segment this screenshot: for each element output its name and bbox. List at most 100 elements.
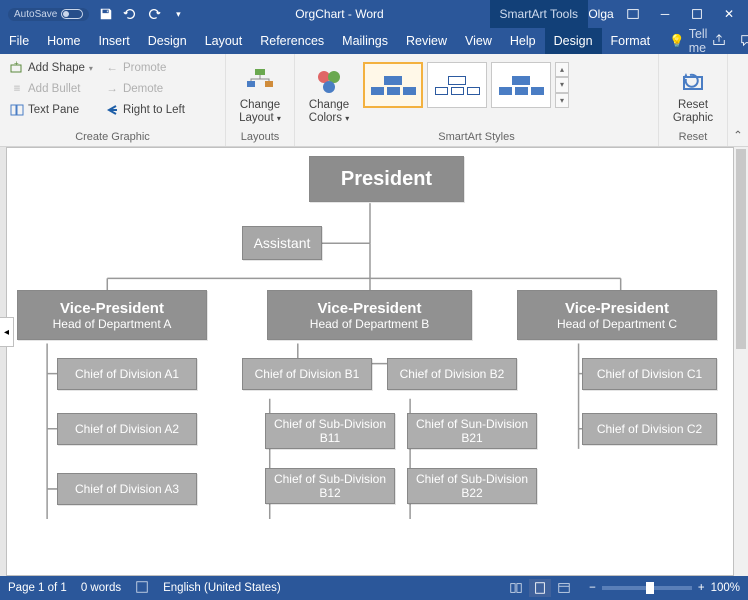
- comments-icon[interactable]: [735, 33, 748, 50]
- undo-icon[interactable]: [119, 3, 141, 25]
- status-language[interactable]: English (United States): [163, 582, 281, 594]
- autosave-toggle[interactable]: AutoSave: [8, 8, 89, 21]
- node-vp-b[interactable]: Vice-PresidentHead of Department B: [267, 290, 472, 340]
- scroll-up-icon[interactable]: ▴: [555, 62, 569, 77]
- zoom-slider[interactable]: [602, 586, 692, 590]
- node-b21[interactable]: Chief of Sun-Division B21: [407, 413, 537, 449]
- tab-smartart-format[interactable]: Format: [602, 28, 660, 54]
- vp-a-sub: Head of Department A: [53, 317, 172, 331]
- tab-layout[interactable]: Layout: [196, 28, 252, 54]
- layout-icon: [245, 67, 275, 97]
- close-icon[interactable]: ✕: [716, 3, 742, 25]
- scroll-down-icon[interactable]: ▾: [555, 77, 569, 92]
- view-web-icon[interactable]: [553, 579, 575, 597]
- status-bar: Page 1 of 1 0 words English (United Stat…: [0, 576, 748, 600]
- reset-graphic-button[interactable]: ResetGraphic: [665, 58, 721, 130]
- proofing-icon[interactable]: [135, 580, 149, 597]
- node-a1[interactable]: Chief of Division A1: [57, 358, 197, 390]
- node-b22[interactable]: Chief of Sub-Division B22: [407, 468, 537, 504]
- zoom-level[interactable]: 100%: [711, 582, 740, 594]
- node-b11[interactable]: Chief of Sub-Division B11: [265, 413, 395, 449]
- tab-references[interactable]: References: [251, 28, 333, 54]
- c1-label: Chief of Division C1: [597, 367, 702, 381]
- redo-icon[interactable]: [143, 3, 165, 25]
- node-b1[interactable]: Chief of Division B1: [242, 358, 372, 390]
- tab-help[interactable]: Help: [501, 28, 545, 54]
- node-vp-a[interactable]: Vice-PresidentHead of Department A: [17, 290, 207, 340]
- node-a3[interactable]: Chief of Division A3: [57, 473, 197, 505]
- add-shape-button[interactable]: +Add Shape ▾: [6, 58, 97, 78]
- tab-review[interactable]: Review: [397, 28, 456, 54]
- zoom-in-button[interactable]: +: [698, 582, 705, 594]
- add-bullet-button: ≡Add Bullet: [6, 79, 97, 99]
- text-pane-label: Text Pane: [28, 104, 79, 116]
- tab-insert[interactable]: Insert: [90, 28, 139, 54]
- a2-label: Chief of Division A2: [75, 422, 179, 436]
- change-layout-button[interactable]: ChangeLayout ▾: [232, 58, 288, 130]
- status-words[interactable]: 0 words: [81, 582, 121, 594]
- maximize-icon[interactable]: [684, 3, 710, 25]
- zoom-knob[interactable]: [646, 582, 654, 594]
- gallery-scroll[interactable]: ▴▾▾: [555, 62, 569, 108]
- page[interactable]: President Assistant Vice-PresidentHead o…: [6, 147, 734, 576]
- tell-me[interactable]: 💡 Tell me: [659, 27, 707, 55]
- ribbon: +Add Shape ▾ ≡Add Bullet Text Pane ←Prom…: [0, 54, 748, 147]
- zoom-control: − + 100%: [589, 582, 740, 594]
- vp-c-title: Vice-President: [565, 300, 669, 317]
- toggle-off-icon: [61, 9, 83, 19]
- view-print-icon[interactable]: [529, 579, 551, 597]
- group-reset-label: Reset: [665, 130, 721, 144]
- tell-me-label: Tell me: [689, 27, 708, 55]
- group-create-graphic: +Add Shape ▾ ≡Add Bullet Text Pane ←Prom…: [0, 54, 226, 146]
- zoom-out-button[interactable]: −: [589, 582, 596, 594]
- node-b12[interactable]: Chief of Sub-Division B12: [265, 468, 395, 504]
- tab-file[interactable]: File: [0, 28, 38, 54]
- qat-more-icon[interactable]: ▾: [167, 3, 189, 25]
- node-b2[interactable]: Chief of Division B2: [387, 358, 517, 390]
- ribbon-options-icon[interactable]: [620, 3, 646, 25]
- tab-mailings[interactable]: Mailings: [333, 28, 397, 54]
- lightbulb-icon: 💡: [669, 34, 685, 49]
- save-icon[interactable]: [95, 3, 117, 25]
- node-a2[interactable]: Chief of Division A2: [57, 413, 197, 445]
- tab-design[interactable]: Design: [139, 28, 196, 54]
- status-page[interactable]: Page 1 of 1: [8, 582, 67, 594]
- text-pane-button[interactable]: Text Pane: [6, 100, 97, 120]
- minimize-icon[interactable]: ─: [652, 3, 678, 25]
- demote-label: Demote: [123, 83, 163, 95]
- group-styles-label: SmartArt Styles: [301, 130, 652, 144]
- style-thumb-3[interactable]: [491, 62, 551, 108]
- menu-bar: File Home Insert Design Layout Reference…: [0, 28, 748, 54]
- b12-label: Chief of Sub-Division B12: [266, 472, 394, 501]
- rtl-button[interactable]: Right to Left: [101, 100, 189, 120]
- node-vp-c[interactable]: Vice-PresidentHead of Department C: [517, 290, 717, 340]
- org-chart[interactable]: President Assistant Vice-PresidentHead o…: [7, 148, 733, 575]
- node-c1[interactable]: Chief of Division C1: [582, 358, 717, 390]
- share-icon[interactable]: [707, 33, 731, 50]
- node-c2[interactable]: Chief of Division C2: [582, 413, 717, 445]
- group-create-label: Create Graphic: [6, 130, 219, 144]
- demote-icon: →: [105, 82, 119, 96]
- change-colors-label: ChangeColors ▾: [309, 99, 349, 124]
- b11-label: Chief of Sub-Division B11: [266, 417, 394, 446]
- view-read-icon[interactable]: [505, 579, 527, 597]
- style-thumb-2[interactable]: [427, 62, 487, 108]
- scrollbar-thumb[interactable]: [736, 149, 746, 349]
- user-name[interactable]: Olga: [588, 3, 614, 25]
- vertical-scrollbar[interactable]: [734, 147, 748, 576]
- tab-view[interactable]: View: [456, 28, 501, 54]
- rtl-icon: [105, 103, 119, 117]
- node-assistant[interactable]: Assistant: [242, 226, 322, 260]
- add-bullet-label: Add Bullet: [28, 83, 80, 95]
- change-colors-button[interactable]: ChangeColors ▾: [301, 58, 357, 130]
- rtl-label: Right to Left: [123, 104, 185, 116]
- contextual-tab-label: SmartArt Tools: [490, 0, 588, 28]
- tab-smartart-design[interactable]: Design: [545, 28, 602, 54]
- style-thumb-1[interactable]: [363, 62, 423, 108]
- node-president[interactable]: President: [309, 156, 464, 202]
- gallery-more-icon[interactable]: ▾: [555, 93, 569, 108]
- tab-home[interactable]: Home: [38, 28, 89, 54]
- text-pane-toggle[interactable]: ◂: [0, 317, 14, 347]
- collapse-ribbon-icon[interactable]: ⌃: [728, 54, 748, 146]
- b2-label: Chief of Division B2: [400, 367, 505, 381]
